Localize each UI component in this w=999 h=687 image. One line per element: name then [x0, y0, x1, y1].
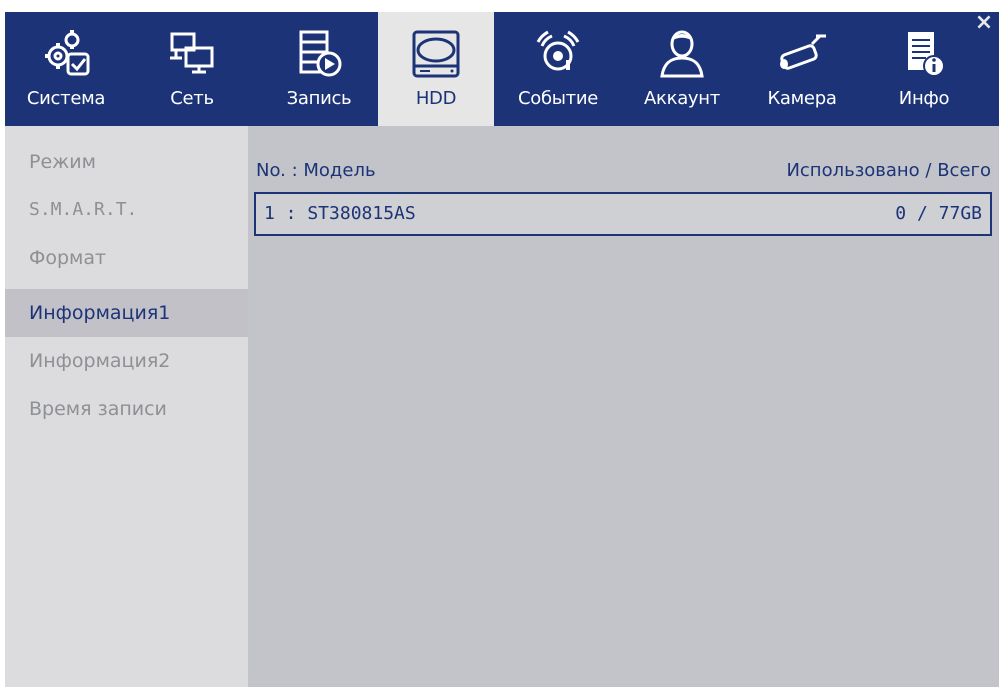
tab-record[interactable]: Запись [267, 12, 371, 126]
network-icon [164, 26, 220, 82]
tab-label: Система [26, 88, 106, 109]
hdd-info-panel: No. : Модель Использовано / Всего 1 : ST… [248, 126, 999, 687]
tab-event[interactable]: Событие [506, 12, 610, 126]
account-user-icon [654, 26, 710, 82]
tab-label: Камера [767, 88, 837, 109]
sidebar-item-mode[interactable]: Режим [5, 138, 248, 186]
hdd-model: 1 : ST380815AS [264, 203, 416, 224]
info-icon [896, 26, 952, 82]
tab-label: Аккаунт [644, 88, 720, 109]
hdd-settings-window: Система Сеть Запись HDD Событие Аккаунт … [5, 12, 999, 687]
sidebar-item-smart[interactable]: S.M.A.R.T. [5, 186, 248, 234]
hdd-usage: 0 / 77GB [895, 203, 982, 224]
close-icon[interactable]: × [973, 12, 995, 34]
tab-account[interactable]: Аккаунт [628, 12, 736, 126]
tab-label: Сеть [170, 88, 214, 109]
tab-system[interactable]: Система [17, 12, 115, 126]
hdd-icon [408, 26, 464, 82]
tab-label: Запись [286, 88, 352, 109]
event-alarm-icon [530, 26, 586, 82]
tab-label: HDD [415, 88, 457, 109]
column-header-model: No. : Модель [256, 160, 376, 181]
record-icon [291, 26, 347, 82]
sidebar-item-info1[interactable]: Информация1 [5, 289, 248, 337]
tab-label: Событие [517, 88, 599, 109]
sidebar-item-format[interactable]: Формат [5, 234, 248, 282]
tab-label: Инфо [898, 88, 950, 109]
tab-hdd[interactable]: HDD [378, 12, 494, 126]
tab-network[interactable]: Сеть [143, 12, 241, 126]
camera-icon [774, 26, 830, 82]
tab-camera[interactable]: Камера [752, 12, 852, 126]
sidebar: Режим S.M.A.R.T. Формат Информация1 Инфо… [5, 126, 248, 687]
sidebar-item-record-time[interactable]: Время записи [5, 385, 248, 433]
tab-info[interactable]: Инфо [878, 12, 970, 126]
column-header-usage: Использовано / Всего [786, 160, 991, 181]
system-settings-icon [38, 26, 94, 82]
top-navigation-bar: Система Сеть Запись HDD Событие Аккаунт … [5, 12, 999, 126]
sidebar-item-info2[interactable]: Информация2 [5, 337, 248, 385]
table-row[interactable]: 1 : ST380815AS 0 / 77GB [254, 192, 992, 236]
